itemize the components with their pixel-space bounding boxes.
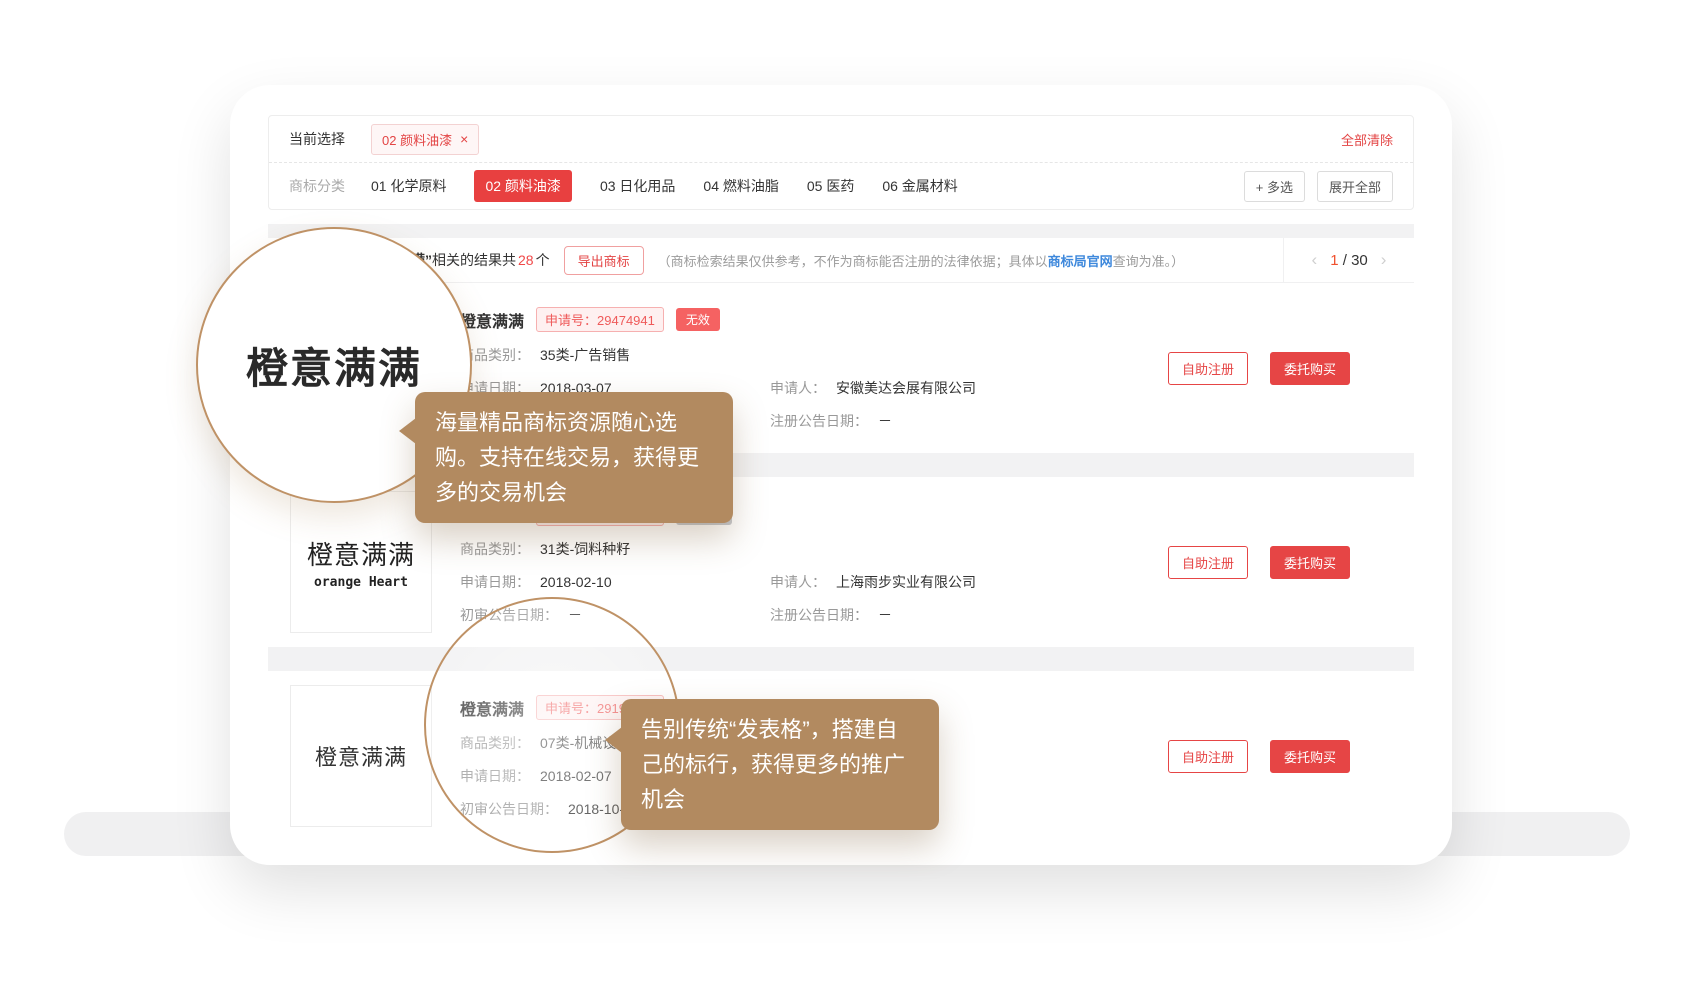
category-value: 35类-广告销售	[540, 347, 630, 363]
applicant-value: 安徽美达会展有限公司	[836, 380, 976, 396]
status-badge-invalid: 无效	[676, 308, 720, 331]
tooltip-marketplace: 海量精品商标资源随心选购。支持在线交易，获得更多的交易机会	[415, 392, 733, 523]
category-item-06[interactable]: 06 金属材料	[882, 176, 957, 196]
results-count: 28	[518, 252, 534, 268]
category-items: 01 化学原料 02 颜料油漆 03 日化用品 04 燃料油脂 05 医药 06…	[371, 170, 958, 202]
page-total: 30	[1351, 252, 1368, 269]
reg-publication-value: －	[878, 607, 892, 623]
entrust-purchase-button[interactable]: 委托购买	[1270, 740, 1350, 773]
clear-all-link[interactable]: 全部清除	[1341, 130, 1393, 149]
application-number-tag: 申请号：29474941	[536, 307, 664, 332]
row-actions-1: 自助注册 委托购买	[1168, 352, 1350, 385]
entrust-purchase-button[interactable]: 委托购买	[1270, 352, 1350, 385]
tooltip-promotion: 告别传统“发表格”，搭建自己的标行，获得更多的推广机会	[621, 699, 939, 830]
category-label: 商品类别：	[460, 541, 530, 557]
category-row: 商标分类 01 化学原料 02 颜料油漆 03 日化用品 04 燃料油脂 05 …	[269, 163, 1413, 209]
category-item-05[interactable]: 05 医药	[807, 176, 854, 196]
category-actions: + 多选 展开全部	[1244, 171, 1393, 202]
applicant-label: 申请人：	[770, 574, 826, 590]
trademark-name[interactable]: 橙意满满	[460, 308, 524, 332]
current-selection-row: 当前选择 02 颜料油漆 × 全部清除	[269, 116, 1413, 163]
page-next-icon[interactable]: ›	[1381, 250, 1387, 270]
tooltip-arrow-left-icon	[399, 418, 416, 444]
self-register-button[interactable]: 自助注册	[1168, 740, 1248, 773]
tooltip-promotion-text: 告别传统“发表格”，搭建自己的标行，获得更多的推广机会	[641, 717, 905, 812]
apply-date-label: 申请日期：	[460, 574, 530, 590]
current-selection-label: 当前选择	[289, 129, 345, 149]
trademark-office-link[interactable]: 商标局官网	[1048, 254, 1113, 269]
results-disclaimer: （商标检索结果仅供参考，不作为商标能否注册的法律依据；具体以商标局官网查询为准。…	[658, 251, 1185, 270]
reg-publication-label: 注册公告日期：	[770, 413, 868, 429]
trademark-thumbnail-2[interactable]: 橙意满满 orange Heart	[290, 491, 432, 633]
pagination: ‹ 1 / 30 ›	[1283, 238, 1414, 282]
category-item-04[interactable]: 04 燃料油脂	[703, 176, 778, 196]
expand-all-button[interactable]: 展开全部	[1317, 171, 1393, 202]
tooltip-arrow-left-icon	[605, 727, 622, 753]
thumbnail-text-zh: 橙意满满	[307, 535, 415, 572]
tooltip-marketplace-text: 海量精品商标资源随心选购。支持在线交易，获得更多的交易机会	[435, 410, 699, 505]
export-trademarks-button[interactable]: 导出商标	[564, 246, 644, 275]
self-register-button[interactable]: 自助注册	[1168, 546, 1248, 579]
magnifier-trademark-text: 橙意满满	[246, 335, 422, 396]
reg-publication-label: 注册公告日期：	[770, 607, 868, 623]
row-actions-3: 自助注册 委托购买	[1168, 740, 1350, 773]
page-current: 1	[1330, 252, 1338, 269]
applicant-value: 上海雨步实业有限公司	[836, 574, 976, 590]
close-icon[interactable]: ×	[460, 132, 468, 146]
page-prev-icon[interactable]: ‹	[1312, 250, 1318, 270]
thumbnail-text-zh: 橙意满满	[315, 740, 407, 772]
selected-filter-tag[interactable]: 02 颜料油漆 ×	[371, 124, 479, 155]
category-row-label: 商标分类	[289, 176, 345, 196]
self-register-button[interactable]: 自助注册	[1168, 352, 1248, 385]
applicant-label: 申请人：	[770, 380, 826, 396]
page-indicator: 1 / 30	[1330, 252, 1368, 269]
entrust-purchase-button[interactable]: 委托购买	[1270, 546, 1350, 579]
apply-date-value: 2018-02-10	[540, 574, 612, 590]
selected-filter-tag-label: 02 颜料油漆	[382, 130, 452, 149]
multi-select-button[interactable]: + 多选	[1244, 171, 1305, 202]
filter-card: 当前选择 02 颜料油漆 × 全部清除 商标分类 01 化学原料 02 颜料油漆…	[268, 115, 1414, 210]
category-item-01[interactable]: 01 化学原料	[371, 176, 446, 196]
trademark-thumbnail-3[interactable]: 橙意满满	[290, 685, 432, 827]
category-value: 31类-饲料种籽	[540, 541, 630, 557]
category-item-02-active[interactable]: 02 颜料油漆	[474, 170, 571, 202]
category-item-03[interactable]: 03 日化用品	[600, 176, 675, 196]
reg-publication-value: －	[878, 413, 892, 429]
thumbnail-text-en: orange Heart	[314, 575, 408, 590]
row-actions-2: 自助注册 委托购买	[1168, 546, 1350, 579]
